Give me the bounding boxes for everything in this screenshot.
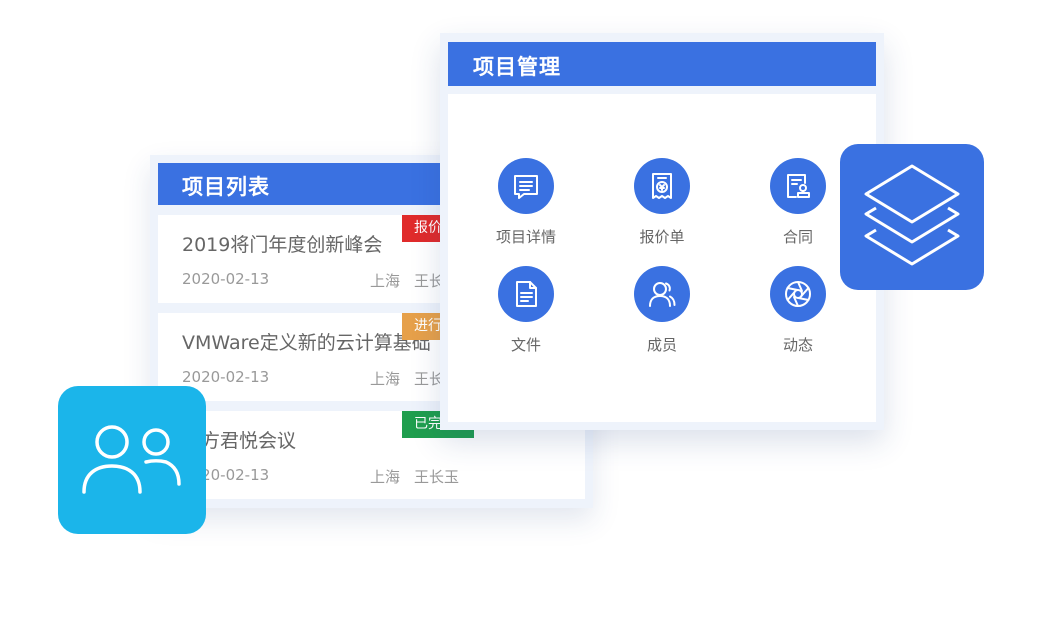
project-management-title: 项目管理 bbox=[473, 55, 561, 79]
project-date: 2020-02-13 bbox=[182, 368, 270, 386]
activity-button[interactable]: 动态 bbox=[743, 266, 853, 355]
contract-button[interactable]: 合同 bbox=[743, 158, 853, 247]
files-button[interactable]: 文件 bbox=[471, 266, 581, 355]
quote-button[interactable]: 报价单 bbox=[607, 158, 717, 247]
function-label: 成员 bbox=[646, 336, 677, 354]
document-lines-icon bbox=[498, 158, 554, 214]
project-date: 2020-02-13 bbox=[182, 270, 270, 288]
project-management-card: 项目管理 项目详情 报价单 合同 文件 成员 动态 bbox=[440, 33, 884, 430]
members-button[interactable]: 成员 bbox=[607, 266, 717, 355]
project-list-title: 项目列表 bbox=[182, 175, 270, 199]
project-owner: 王长玉 bbox=[414, 468, 460, 486]
function-label: 文件 bbox=[510, 336, 541, 354]
aperture-icon bbox=[770, 266, 826, 322]
project-management-header: 项目管理 bbox=[448, 42, 876, 86]
function-label: 合同 bbox=[782, 228, 813, 246]
project-city: 上海 bbox=[370, 370, 401, 388]
project-city: 上海 bbox=[370, 272, 401, 290]
function-grid: 项目详情 报价单 合同 文件 成员 动态 bbox=[448, 94, 876, 422]
members-icon bbox=[634, 266, 690, 322]
layers-tile bbox=[840, 144, 984, 290]
users-icon bbox=[82, 425, 181, 494]
project-details-button[interactable]: 项目详情 bbox=[471, 158, 581, 247]
function-label: 报价单 bbox=[639, 228, 685, 246]
function-label: 动态 bbox=[782, 336, 813, 354]
quote-receipt-icon bbox=[634, 158, 690, 214]
project-city: 上海 bbox=[370, 468, 401, 486]
users-tile bbox=[58, 386, 206, 534]
project-name: VMWare定义新的云计算基础 bbox=[182, 332, 431, 354]
function-label: 项目详情 bbox=[495, 228, 556, 246]
file-icon bbox=[498, 266, 554, 322]
project-name: 2019将门年度创新峰会 bbox=[182, 234, 383, 256]
contract-seal-icon bbox=[770, 158, 826, 214]
layers-icon bbox=[864, 164, 960, 266]
